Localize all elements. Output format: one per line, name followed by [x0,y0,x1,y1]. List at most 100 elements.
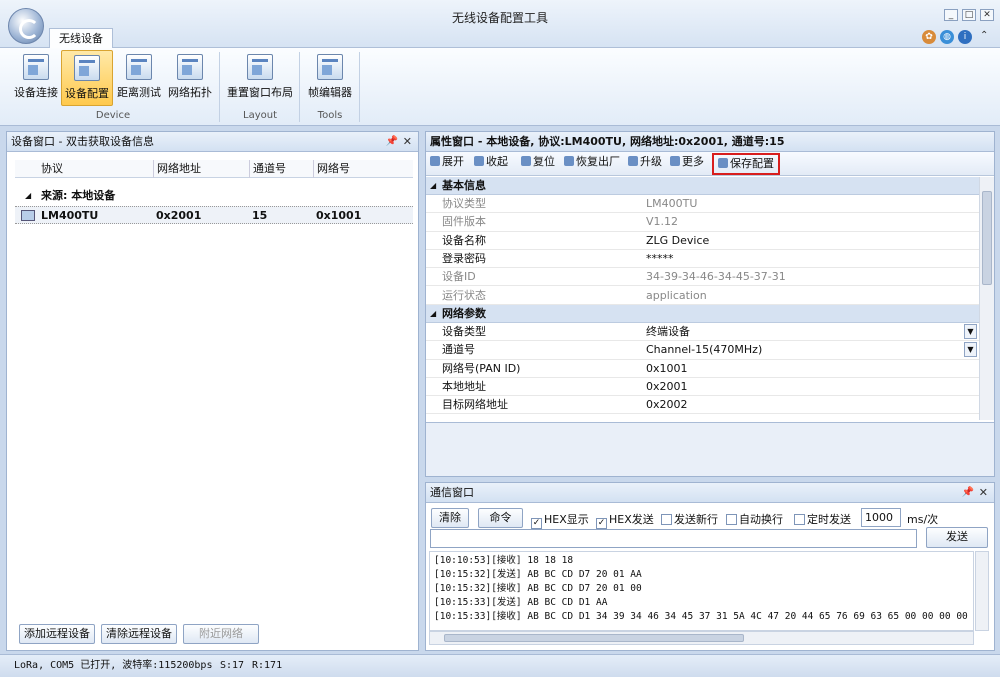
comm-panel: 通信窗口 📌 ✕ 清除 命令 ✓ HEX显示 ✓ HEX发送 发送新行 自动换行 定… [425,482,995,651]
sent-count: S:17 [220,660,245,671]
pin-icon[interactable]: 📌 [962,483,974,502]
property-scrollbar[interactable] [979,177,994,420]
column-header[interactable]: 网络号 [313,160,350,178]
column-header[interactable]: 通道号 [249,160,286,178]
scroll-thumb[interactable] [444,634,744,642]
prop-row[interactable]: 设备名称 ZLG Device [426,232,979,250]
maximize-icon[interactable]: □ [962,9,976,21]
frame-editor-button[interactable]: 帧编辑器 [305,50,355,106]
topology-button[interactable]: 网络拓扑 [166,50,214,106]
close-icon[interactable]: ✕ [980,9,994,21]
add-remote-device-button[interactable]: 添加远程设备 [19,624,95,644]
log-line: [10:15:33][发送] AB BC CD D1 AA [434,597,608,608]
group-label-device: Device [95,110,131,121]
ribbon-separator [359,52,360,122]
hex-display-checkbox[interactable]: ✓ HEX显示 [531,511,589,529]
device-panel-header: 设备窗口 - 双击获取设备信息 📌 ✕ [7,132,418,152]
minimize-icon[interactable]: _ [944,9,958,21]
prop-row[interactable]: 网络号(PAN ID) 0x1001 [426,360,979,378]
collapse-icon[interactable]: ◢ [25,187,31,205]
clear-button[interactable]: 清除 [431,508,469,528]
collapse-icon[interactable]: ◢ [430,177,436,195]
layout-icon [247,54,273,80]
prop-row: 固件版本 V1.12 [426,213,979,232]
ribbon-separator [219,52,220,122]
tab-wireless-device[interactable]: 无线设备 [49,28,113,49]
more-button[interactable]: 更多 [670,152,704,172]
device-icon [21,210,35,221]
send-button[interactable]: 发送 [926,527,988,548]
device-table: 协议 网络地址 通道号 网络号 ◢ 来源: 本地设备 LM400TU 0x200… [15,160,413,630]
close-icon[interactable]: ✕ [979,483,988,502]
collapse-ribbon-icon[interactable]: ⌃ [980,30,988,41]
log-horizontal-scrollbar[interactable] [429,631,974,645]
comm-panel-header: 通信窗口 📌 ✕ [426,483,994,503]
prop-row[interactable]: 目标网络地址 0x2002 [426,396,979,415]
status-text: LoRa, COM5 已打开, 波特率:115200bps [14,660,213,671]
factory-reset-button[interactable]: 恢复出厂 [564,152,620,172]
column-header[interactable]: 协议 [41,160,63,178]
send-newline-checkbox[interactable]: 发送新行 [661,511,718,527]
dropdown-icon[interactable]: ▼ [964,324,977,339]
range-test-icon [126,54,152,80]
prop-row[interactable]: 本地地址 0x2001 [426,378,979,397]
prop-row[interactable]: 设备类型 终端设备 ▼ [426,323,979,342]
log-line: [10:10:53][接收] 18 18 18 [434,555,574,566]
topology-icon [177,54,203,80]
comm-log[interactable]: [10:10:53][接收] 18 18 18 [10:15:32][发送] A… [429,551,974,631]
reset-button[interactable]: 复位 [521,152,555,172]
collapse-icon [474,156,484,166]
config-icon [74,55,100,81]
pin-icon[interactable]: 📌 [386,132,398,151]
table-header: 协议 网络地址 通道号 网络号 [15,160,413,178]
property-grid: ◢ 基本信息 协议类型 LM400TU 固件版本 V1.12 设备名称 ZLG Devi… [426,177,979,420]
dropdown-icon[interactable]: ▼ [964,342,977,358]
interval-input[interactable]: 1000 [861,508,901,527]
nearby-network-button[interactable]: 附近网络 [183,624,259,644]
connect-icon [23,54,49,80]
collapse-button[interactable]: 收起 [474,152,508,172]
clear-remote-device-button[interactable]: 清除远程设备 [101,624,177,644]
timed-send-checkbox[interactable]: 定时发送 [794,511,851,527]
expand-button[interactable]: 展开 [430,152,464,172]
auto-wrap-checkbox[interactable]: 自动换行 [726,511,783,527]
received-count: R:171 [252,660,283,671]
table-row[interactable]: LM400TU 0x2001 15 0x1001 [15,206,413,224]
info-icon[interactable]: i [958,30,972,44]
log-line: [10:15:33][接收] AB BC CD D1 34 39 34 46 3… [434,611,974,622]
window-title: 无线设备配置工具 [451,11,548,25]
group-row[interactable]: ◢ 来源: 本地设备 [15,187,413,205]
device-panel: 设备窗口 - 双击获取设备信息 📌 ✕ 协议 网络地址 通道号 网络号 ◢ 来源… [6,131,419,651]
device-config-button[interactable]: 设备配置 [61,50,113,106]
log-vertical-scrollbar[interactable] [975,551,989,631]
prop-row: 运行状态 application [426,287,979,305]
prop-row[interactable]: 通道号 Channel-15(470MHz) ▼ [426,341,979,360]
property-panel-header: 属性窗口 - 本地设备, 协议:LM400TU, 网络地址:0x2001, 通道… [426,132,994,152]
collapse-icon[interactable]: ◢ [430,305,436,323]
reset-layout-button[interactable]: 重置窗口布局 [225,50,295,106]
category-network-params[interactable]: ◢ 网络参数 [426,305,979,323]
command-button[interactable]: 命令 [478,508,523,528]
send-input[interactable] [430,529,917,548]
frame-editor-icon [317,54,343,80]
globe-icon[interactable]: ◍ [940,30,954,44]
device-connect-button[interactable]: 设备连接 [12,50,60,106]
upgrade-button[interactable]: 升级 [628,152,662,172]
prop-row[interactable]: 登录密码 ***** [426,250,979,269]
column-header[interactable]: 网络地址 [153,160,201,178]
ribbon-separator [299,52,300,122]
palette-icon[interactable]: ✿ [922,30,936,44]
range-test-button[interactable]: 距离测试 [115,50,163,106]
property-panel: 属性窗口 - 本地设备, 协议:LM400TU, 网络地址:0x2001, 通道… [425,131,995,477]
reset-icon [521,156,531,166]
hex-send-checkbox[interactable]: ✓ HEX发送 [596,511,654,529]
group-label-layout: Layout [243,110,277,121]
category-basic-info[interactable]: ◢ 基本信息 [426,177,979,195]
log-line: [10:15:32][接收] AB BC CD D7 20 01 00 [434,583,642,594]
close-icon[interactable]: ✕ [403,132,412,151]
save-config-button[interactable]: 保存配置 [712,153,780,175]
save-icon [718,158,728,168]
scroll-thumb[interactable] [982,191,992,285]
property-description [426,422,994,476]
status-bar: LoRa, COM5 已打开, 波特率:115200bps S:17 R:171 [0,654,1000,677]
